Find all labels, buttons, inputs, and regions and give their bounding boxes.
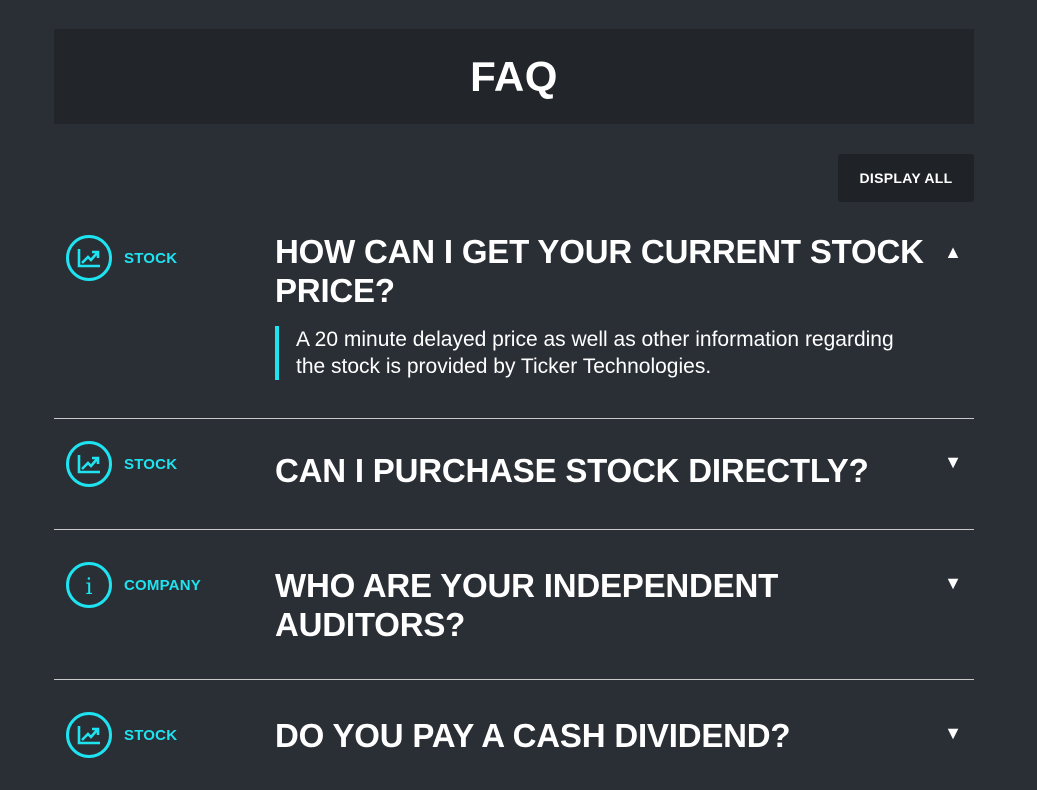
faq-category: STOCK (66, 712, 177, 758)
faq-question[interactable]: HOW CAN I GET YOUR CURRENT STOCK PRICE? (275, 232, 945, 310)
faq-question[interactable]: WHO ARE YOUR INDEPENDENT AUDITORS? (275, 566, 835, 644)
chart-up-icon (66, 235, 112, 281)
expand-arrow-icon[interactable]: ▼ (944, 453, 962, 471)
faq-category: i COMPANY (66, 562, 201, 608)
page-title: FAQ (470, 52, 558, 100)
expand-arrow-icon[interactable]: ▼ (944, 574, 962, 592)
faq-page: FAQ DISPLAY ALL STOCK HOW CAN I GET YOUR… (54, 29, 974, 790)
faq-item: STOCK HOW CAN I GET YOUR CURRENT STOCK P… (54, 224, 974, 419)
faq-category: STOCK (66, 235, 177, 281)
svg-text:i: i (85, 575, 92, 598)
faq-question[interactable]: CAN I PURCHASE STOCK DIRECTLY? (275, 451, 945, 490)
category-label: COMPANY (124, 576, 201, 594)
category-label: STOCK (124, 455, 178, 473)
expand-arrow-icon[interactable]: ▼ (944, 724, 962, 742)
faq-item: STOCK DO YOU PAY A CASH DIVIDEND? ▼ (54, 680, 974, 790)
chart-up-icon (66, 712, 112, 758)
faq-list: STOCK HOW CAN I GET YOUR CURRENT STOCK P… (54, 224, 974, 790)
chart-up-icon (66, 441, 112, 487)
display-all-button[interactable]: DISPLAY ALL (838, 154, 974, 202)
faq-header: FAQ (54, 29, 974, 124)
category-label: STOCK (124, 249, 178, 267)
faq-answer: A 20 minute delayed price as well as oth… (275, 326, 915, 380)
collapse-arrow-icon[interactable]: ▲ (944, 243, 962, 261)
category-label: STOCK (124, 726, 178, 744)
toolbar: DISPLAY ALL (54, 154, 974, 202)
faq-item: i COMPANY WHO ARE YOUR INDEPENDENT AUDIT… (54, 530, 974, 680)
info-icon: i (66, 562, 112, 608)
faq-item: STOCK CAN I PURCHASE STOCK DIRECTLY? ▼ (54, 419, 974, 530)
faq-question[interactable]: DO YOU PAY A CASH DIVIDEND? (275, 716, 945, 755)
faq-category: STOCK (66, 441, 177, 487)
